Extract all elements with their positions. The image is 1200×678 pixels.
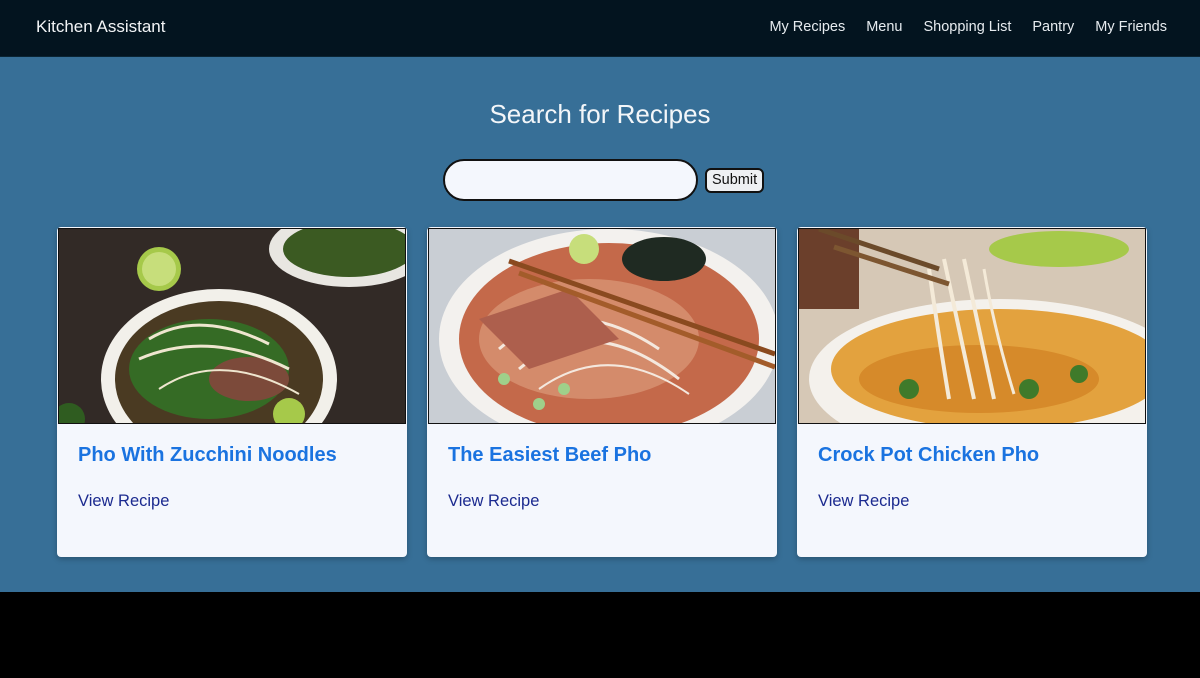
- recipe-title[interactable]: Crock Pot Chicken Pho: [818, 444, 1039, 467]
- nav-item-my-friends[interactable]: My Friends: [1095, 19, 1167, 35]
- top-navbar: Kitchen Assistant My Recipes Menu Shoppi…: [0, 0, 1200, 57]
- brand-link[interactable]: Kitchen Assistant: [36, 17, 165, 37]
- nav-item-menu[interactable]: Menu: [866, 19, 902, 35]
- search-form: Submit: [443, 159, 765, 201]
- view-recipe-link[interactable]: View Recipe: [448, 492, 539, 511]
- recipe-card: Pho With Zucchini Noodles View Recipe: [57, 227, 407, 557]
- recipe-image[interactable]: [428, 228, 776, 424]
- view-recipe-link[interactable]: View Recipe: [818, 492, 909, 511]
- recipe-title[interactable]: Pho With Zucchini Noodles: [78, 444, 337, 467]
- pho-zucchini-photo: [59, 229, 405, 423]
- main-content: Search for Recipes Submit Pho With Zucch…: [0, 57, 1200, 592]
- beef-pho-photo: [429, 229, 775, 423]
- nav-item-shopping-list[interactable]: Shopping List: [923, 19, 1011, 35]
- submit-button[interactable]: Submit: [705, 167, 765, 193]
- page-footer: [0, 592, 1200, 678]
- nav-item-my-recipes[interactable]: My Recipes: [769, 19, 845, 35]
- recipe-image[interactable]: [798, 228, 1146, 424]
- nav-menu: My Recipes Menu Shopping List Pantry My …: [748, 19, 1167, 35]
- recipe-image[interactable]: [58, 228, 406, 424]
- recipe-title[interactable]: The Easiest Beef Pho: [448, 444, 651, 467]
- search-input[interactable]: [443, 159, 698, 201]
- view-recipe-link[interactable]: View Recipe: [78, 492, 169, 511]
- recipe-card: Crock Pot Chicken Pho View Recipe: [797, 227, 1147, 557]
- chicken-pho-photo: [799, 229, 1145, 423]
- nav-item-pantry[interactable]: Pantry: [1032, 19, 1074, 35]
- page-title: Search for Recipes: [489, 99, 711, 129]
- recipe-card: The Easiest Beef Pho View Recipe: [427, 227, 777, 557]
